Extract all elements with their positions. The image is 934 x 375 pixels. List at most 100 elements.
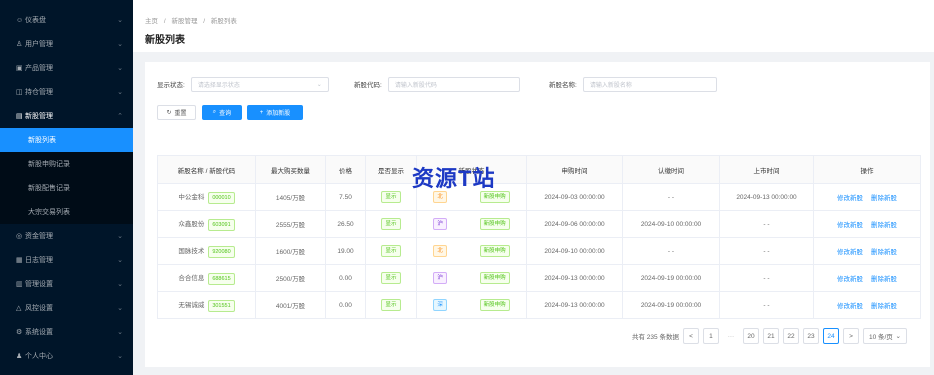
- cell-price: 26.50: [325, 210, 366, 238]
- name-input[interactable]: 请输入新股名称: [582, 76, 717, 92]
- search-label: 查询: [219, 111, 232, 117]
- status-wrap: 沪 新股申购: [417, 218, 526, 230]
- sidebar-item-8[interactable]: △ 风控设置 ⌄: [0, 296, 133, 320]
- chevron-down-icon: ⌄: [117, 17, 123, 24]
- pagination: 共有 235 条数据 < 1 ··· 20 21 22 23 24 > 10 条…: [632, 328, 907, 344]
- col-name-code[interactable]: 新股名称 / 新股代码: [157, 155, 256, 184]
- delete-ipo-link[interactable]: 删除新股: [871, 222, 897, 229]
- edit-ipo-link[interactable]: 修改新股: [837, 249, 863, 256]
- reset-button[interactable]: ↻ 重置: [157, 105, 196, 120]
- cell-list-time: - -: [719, 264, 814, 292]
- page-title: 新股列表: [145, 35, 185, 46]
- next-page-button[interactable]: >: [842, 328, 859, 344]
- edit-ipo-link[interactable]: 修改新股: [837, 195, 863, 202]
- sidebar-item-7[interactable]: ▥ 管理设置 ⌄: [0, 272, 133, 296]
- sidebar-menu: ☺ 仪表盘 ⌄ ♙ 用户管理 ⌄ ▣ 产品管理 ⌄ ◫ 持仓管理 ⌄ ▤ 新股管理 ⌃ 新股列表 新股申购记录新…: [0, 8, 133, 368]
- sidebar-item-label: 仪表盘: [25, 17, 46, 24]
- chevron-down-icon: ⌄: [117, 329, 123, 336]
- edit-ipo-link[interactable]: 修改新股: [837, 222, 863, 229]
- sidebar-item-label: 风控设置: [25, 305, 53, 312]
- page-size-select[interactable]: 10 条/页 ⌄: [862, 328, 907, 344]
- delete-ipo-link[interactable]: 删除新股: [871, 195, 897, 202]
- page-23[interactable]: 23: [802, 328, 819, 344]
- cell-apply-time: 2024-09-13 00:00:00: [526, 264, 623, 292]
- cell-max-qty: 2500/万股: [255, 264, 326, 292]
- col-max-qty[interactable]: 最大购买数量: [255, 155, 326, 184]
- page-21[interactable]: 21: [762, 328, 779, 344]
- breadcrumb: 主页 / 新股管理 / 新股列表: [145, 15, 241, 25]
- show-tag: 显示: [381, 272, 401, 284]
- cell-apply-time: 2024-09-13 00:00:00: [526, 291, 623, 319]
- sidebar-item-1[interactable]: ♙ 用户管理 ⌄: [0, 32, 133, 56]
- prev-page-button[interactable]: <: [682, 328, 699, 344]
- edit-ipo-link[interactable]: 修改新股: [837, 276, 863, 283]
- sidebar-subitem-0[interactable]: 新股列表: [0, 128, 133, 152]
- sidebar-item-label: 系统设置: [25, 329, 53, 336]
- add-ipo-button[interactable]: + 添加新股: [247, 105, 303, 120]
- search-button[interactable]: ⌕ 查询: [202, 105, 242, 120]
- cell-actions: 修改新股 删除新股: [813, 291, 921, 319]
- delete-ipo-link[interactable]: 删除新股: [871, 303, 897, 310]
- sidebar-item-10[interactable]: ♟ 个人中心 ⌄: [0, 344, 133, 368]
- cell-status: 北 新股申购: [416, 237, 527, 265]
- cell-show: 显示: [365, 237, 417, 265]
- chevron-down-icon: ⌄: [117, 281, 123, 288]
- chevron-down-icon: ⌄: [117, 41, 123, 48]
- page-ellipsis[interactable]: ···: [722, 328, 739, 344]
- cell-name-code: 众鑫股份 603091: [157, 210, 256, 238]
- page-20[interactable]: 20: [742, 328, 759, 344]
- sidebar-item-label: 新股管理: [25, 113, 53, 120]
- show-tag: 显示: [381, 191, 401, 203]
- page-22[interactable]: 22: [782, 328, 799, 344]
- page-first[interactable]: 1: [702, 328, 719, 344]
- cell-pay-time: - -: [622, 183, 720, 211]
- ipo-name: 众鑫股份: [178, 220, 205, 228]
- col-show[interactable]: 是否显示: [365, 155, 417, 184]
- menu-icon: ▣: [16, 65, 23, 72]
- show-tag: 显示: [381, 299, 401, 311]
- code-placeholder: 请输入新股代码: [394, 82, 437, 89]
- sidebar-item-4[interactable]: ▤ 新股管理 ⌃: [0, 104, 133, 128]
- status-select[interactable]: 请选择显示状态 ⌄: [190, 76, 329, 92]
- sidebar-item-2[interactable]: ▣ 产品管理 ⌄: [0, 56, 133, 80]
- col-actions: 操作: [813, 155, 921, 184]
- ipo-code-tag: 301551: [208, 299, 235, 312]
- sidebar-subitem-3[interactable]: 大宗交易列表: [0, 200, 133, 224]
- cell-name-code: 国脉技术 920080: [157, 237, 256, 265]
- chevron-down-icon: ⌄: [117, 233, 123, 240]
- table-row: 合合信息 688615 2500/万股 0.00 显示沪新股申购 2024-09-13 0…: [157, 264, 921, 292]
- delete-ipo-link[interactable]: 删除新股: [871, 276, 897, 283]
- col-apply-time[interactable]: 申购时间: [526, 155, 623, 184]
- sidebar-item-3[interactable]: ◫ 持仓管理 ⌄: [0, 80, 133, 104]
- delete-ipo-link[interactable]: 删除新股: [871, 249, 897, 256]
- breadcrumb-ipo-manage[interactable]: 新股管理: [171, 18, 197, 25]
- cell-show: 显示: [365, 183, 417, 211]
- sidebar-item-0[interactable]: ☺ 仪表盘 ⌄: [0, 8, 133, 32]
- edit-ipo-link[interactable]: 修改新股: [837, 303, 863, 310]
- sidebar-subitem-2[interactable]: 新股配售记录: [0, 176, 133, 200]
- filter-name: 新股名称: 请输入新股名称: [549, 76, 717, 92]
- col-price[interactable]: 价格: [325, 155, 366, 184]
- sidebar-top: [0, 0, 133, 8]
- breadcrumb-current: 新股列表: [210, 18, 237, 25]
- status-wrap: 沪 新股申购: [417, 272, 526, 284]
- chevron-down-icon: ⌄: [117, 65, 123, 72]
- code-input[interactable]: 请输入新股代码: [387, 76, 520, 92]
- sidebar-subitem-1[interactable]: 新股申购记录: [0, 152, 133, 176]
- filter-code: 新股代码: 请输入新股代码: [354, 76, 520, 92]
- cell-actions: 修改新股 删除新股: [813, 183, 921, 211]
- cell-pay-time: - -: [622, 237, 720, 265]
- table-row: 中公金科 000010 1405/万股 7.50 显示北新股申购 2024-09-03 0…: [157, 183, 921, 211]
- refresh-icon: ↻: [166, 110, 172, 116]
- chevron-down-icon: ⌄: [117, 257, 123, 264]
- cell-price: 19.00: [325, 237, 366, 265]
- cell-actions: 修改新股 删除新股: [813, 264, 921, 292]
- col-pay-time[interactable]: 认缴时间: [622, 155, 720, 184]
- ipo-name: 中公金科: [178, 193, 205, 201]
- col-list-time[interactable]: 上市时间: [719, 155, 814, 184]
- sidebar-item-5[interactable]: ◎ 资金管理 ⌄: [0, 224, 133, 248]
- sidebar-item-9[interactable]: ⚙ 系统设置 ⌄: [0, 320, 133, 344]
- page-24-current[interactable]: 24: [822, 328, 839, 344]
- sidebar-item-6[interactable]: ▦ 日志管理 ⌄: [0, 248, 133, 272]
- breadcrumb-home[interactable]: 主页: [145, 18, 158, 25]
